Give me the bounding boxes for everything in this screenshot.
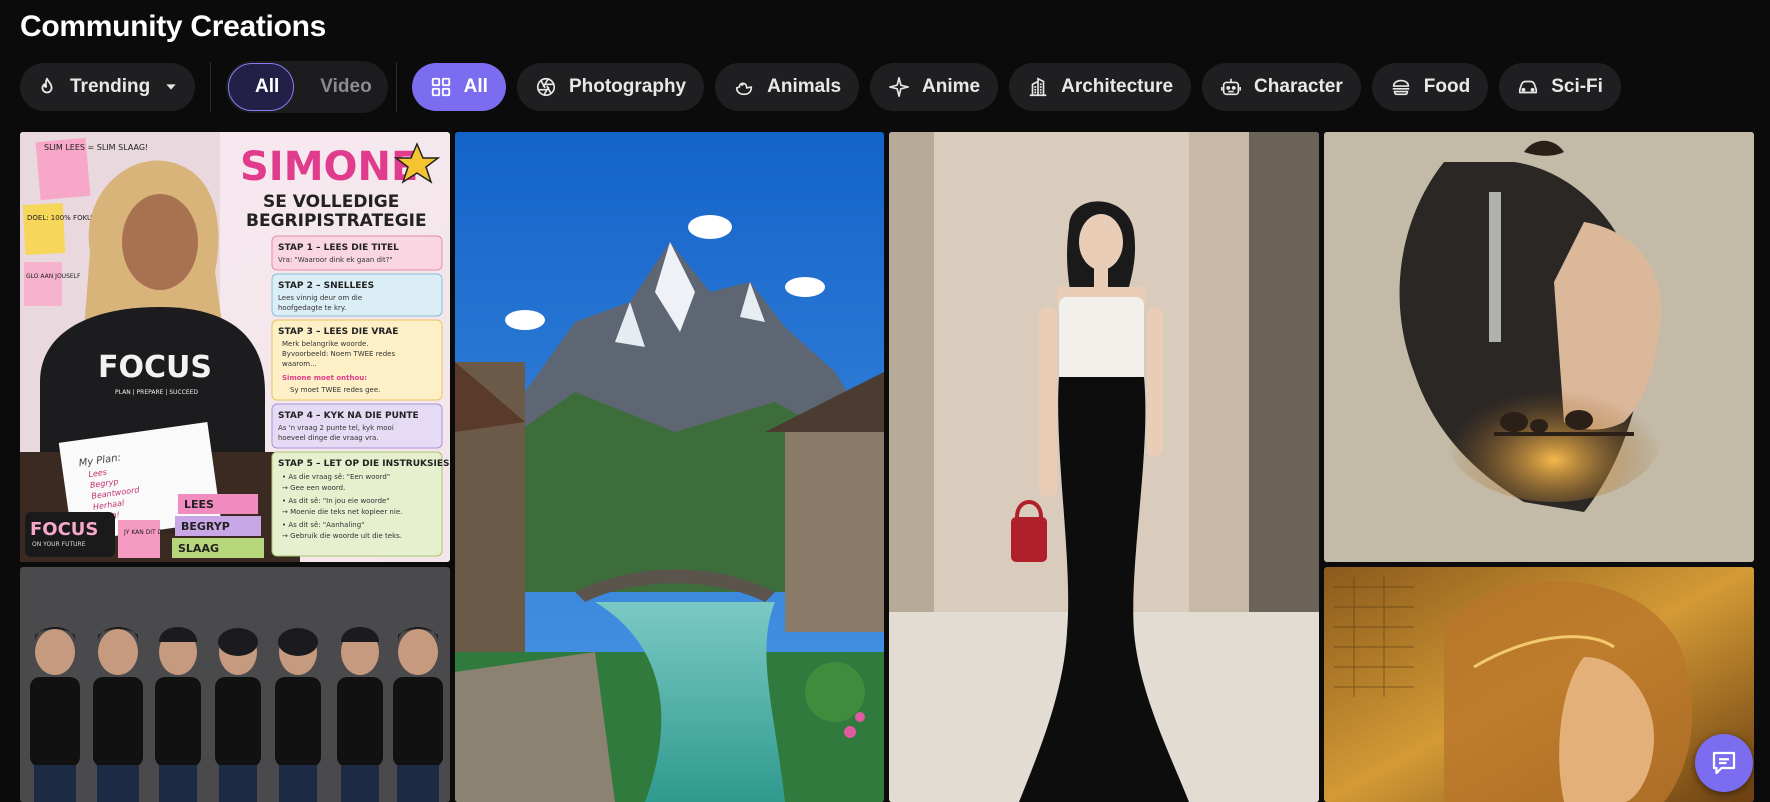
- duck-icon: [735, 82, 753, 96]
- gallery-image-woman-dress[interactable]: [889, 132, 1319, 802]
- category-scifi-button[interactable]: Sci-Fi: [1499, 63, 1621, 111]
- sort-label: Trending: [70, 76, 151, 97]
- book-label: LEES: [184, 498, 214, 511]
- step-body: hoeveel dinge die vraag vra.: [278, 434, 378, 442]
- category-all-button[interactable]: All: [411, 63, 506, 111]
- step-body: Vra: "Waaroor dink ek gaan dit?": [278, 256, 393, 264]
- category-label: Photography: [568, 76, 687, 97]
- step-body: • As dit sê: "Aanhaling": [282, 521, 364, 529]
- flame-icon: [41, 77, 53, 94]
- step-body: waarom...: [282, 360, 317, 368]
- media-type-toggle: All Video: [226, 61, 388, 113]
- poster-subtitle: SE VOLLEDIGE: [263, 192, 399, 212]
- step-body: As 'n vraag 2 punte tel, kyk mooi: [278, 424, 394, 432]
- step-title: STAP 5 – LET OP DIE INSTRUKSIES: [278, 459, 449, 469]
- category-animals-button[interactable]: Animals: [715, 63, 860, 111]
- filter-bar: Trending All Video All Photography Anima…: [20, 61, 1632, 113]
- step-body: → Moenie die teks net kopieer nie.: [282, 508, 402, 516]
- category-label: Anime: [922, 76, 981, 97]
- sticky-note-text: JY KAN DIT DOEN!: [123, 529, 178, 536]
- media-all-label: All: [255, 76, 280, 97]
- category-label: All: [463, 76, 488, 97]
- book-label: BEGRYP: [181, 520, 230, 533]
- step-title: STAP 2 – SNELLEES: [278, 281, 374, 291]
- step-body: Merk belangrike woorde.: [282, 340, 369, 348]
- shirt-subtext: PLAN | PREPARE | SUCCEED: [115, 389, 198, 396]
- svg-text:SLIM LEES = SLIM SLAAG!: SLIM LEES = SLIM SLAAG!: [44, 143, 148, 152]
- step-body: • As dit sê: "In jou eie woorde": [282, 497, 390, 505]
- category-label: Food: [1423, 76, 1471, 97]
- sort-dropdown[interactable]: Trending: [20, 63, 195, 111]
- building-icon: [1029, 77, 1047, 97]
- gallery-image-mountain-village[interactable]: [455, 132, 884, 802]
- step-remember-label: Simone moet onthou:: [282, 374, 367, 382]
- page-title: Community Creations: [20, 10, 327, 43]
- sticky-note-text: SLIM LEES = SLIM SLAAG!: [44, 143, 148, 152]
- robot-icon: [1221, 78, 1242, 96]
- step-body: → Gebruik die woorde uit die teks.: [282, 532, 402, 540]
- burger-icon: [1392, 79, 1410, 96]
- step-body: Byvoorbeeld: Noem TWEE redes: [282, 350, 395, 358]
- divider: [210, 62, 211, 112]
- step-body: Lees vinnig deur om die: [278, 294, 362, 302]
- sticky-note-text: DOEL: 100% FOKUS: [27, 214, 97, 222]
- gallery-image-poster[interactable]: SLIM LEES = SLIM SLAAG! DOEL: 100% FOKUS…: [20, 132, 450, 562]
- pencil-case-subtext: ON YOUR FUTURE: [32, 541, 86, 548]
- poster-name: SIMONE: [240, 144, 418, 190]
- category-character-button[interactable]: Character: [1202, 63, 1361, 111]
- sparkle-icon: [889, 77, 910, 97]
- shirt-text: FOCUS: [98, 350, 212, 385]
- category-label: Character: [1254, 76, 1343, 97]
- media-all-option[interactable]: All: [228, 63, 295, 111]
- category-food-button[interactable]: Food: [1371, 63, 1489, 111]
- poster-subtitle: BEGRIPISTRATEGIE: [246, 211, 427, 231]
- gallery-image-golden-portrait[interactable]: [1324, 567, 1754, 802]
- category-architecture-button[interactable]: Architecture: [1009, 63, 1192, 111]
- category-label: Animals: [767, 76, 842, 97]
- step-body: → Gee een woord.: [282, 484, 345, 492]
- book-label: SLAAG: [178, 542, 219, 555]
- chevron-down-icon: [166, 84, 176, 90]
- pencil-case-text: FOCUS: [30, 519, 98, 540]
- divider: [395, 62, 397, 112]
- aperture-icon: [536, 77, 556, 97]
- category-photography-button[interactable]: Photography: [516, 63, 705, 111]
- chat-icon: [1712, 751, 1736, 775]
- media-video-option[interactable]: Video: [294, 63, 385, 111]
- step-remember-text: Sy moet TWEE redes gee.: [290, 386, 380, 394]
- step-title: STAP 3 – LEES DIE VRAE: [278, 327, 398, 337]
- step-body: hoofgedagte te kry.: [278, 304, 346, 312]
- step-body: • As die vraag sê: "Een woord": [282, 473, 390, 481]
- step-title: STAP 1 – LEES DIE TITEL: [278, 243, 399, 253]
- car-icon: [1519, 80, 1538, 94]
- grid-icon: [431, 77, 450, 97]
- sticky-note-text: GLO AAN JOUSELF: [26, 273, 81, 280]
- category-anime-button[interactable]: Anime: [870, 63, 999, 111]
- media-video-label: Video: [320, 76, 372, 97]
- chat-support-button[interactable]: [1695, 734, 1753, 792]
- gallery-image-double-exposure[interactable]: [1324, 132, 1754, 562]
- gallery-image-character-turnaround[interactable]: [20, 567, 450, 802]
- step-title: STAP 4 – KYK NA DIE PUNTE: [278, 411, 419, 421]
- category-label: Architecture: [1061, 76, 1174, 97]
- gallery-grid: SLIM LEES = SLIM SLAAG! DOEL: 100% FOKUS…: [20, 132, 1755, 802]
- category-label: Sci-Fi: [1551, 76, 1603, 97]
